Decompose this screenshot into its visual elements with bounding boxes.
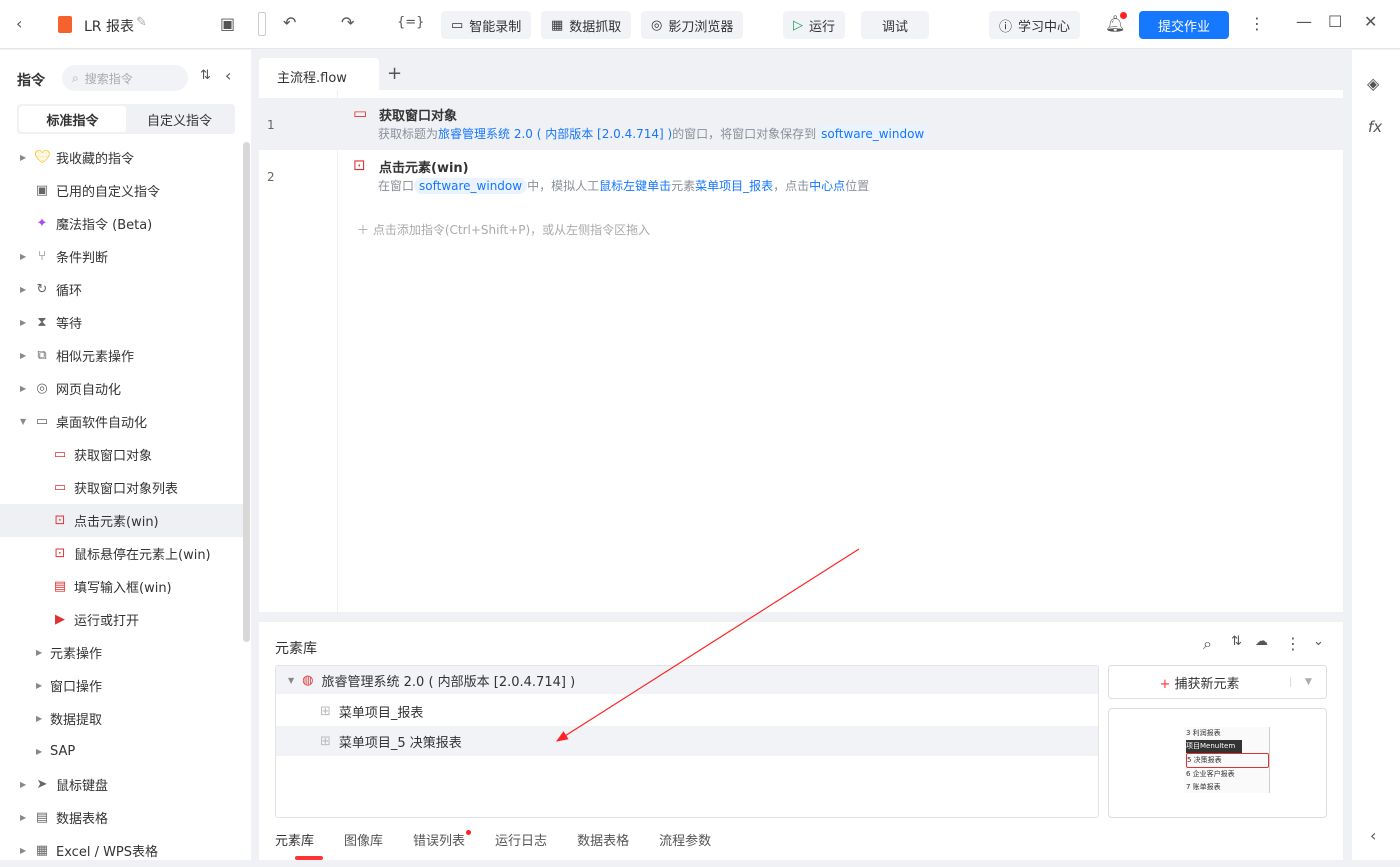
expand-icon[interactable]: ‹ [1370, 826, 1376, 845]
right-rail: ◈ fx ‹ [1352, 50, 1400, 860]
annotation-arrow [555, 548, 860, 742]
layers-icon[interactable]: ◈ [1367, 74, 1379, 93]
function-icon[interactable]: fx [1368, 118, 1382, 136]
